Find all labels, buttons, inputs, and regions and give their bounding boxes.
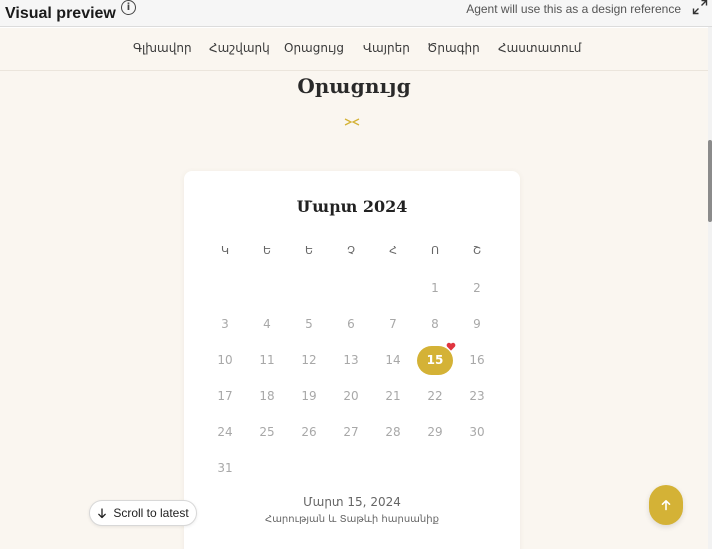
scroll-to-latest-button[interactable]: Scroll to latest bbox=[89, 500, 197, 526]
arrow-down-icon bbox=[98, 507, 107, 518]
preview-title: Visual preview bbox=[5, 4, 116, 22]
calendar-day[interactable]: 3 bbox=[210, 314, 240, 334]
calendar-day[interactable]: 2 bbox=[462, 278, 492, 298]
calendar-day[interactable]: 31 bbox=[210, 458, 240, 478]
calendar-day[interactable]: 26 bbox=[294, 422, 324, 442]
calendar-card: Մարտ 2024 Կ Ե Ե Չ Հ Ո Շ 1 2 3 4 5 6 7 8 9 10 11 12 13 14 15 16… bbox=[184, 171, 520, 549]
scrollbar-thumb[interactable] bbox=[708, 140, 712, 222]
scroll-to-top-button[interactable] bbox=[649, 485, 683, 525]
calendar-day[interactable]: 29 bbox=[420, 422, 450, 442]
scrollbar[interactable] bbox=[708, 27, 712, 549]
calendar-day[interactable]: 19 bbox=[294, 386, 324, 406]
selected-event: Հարության և Տաթևի հարսանիք bbox=[265, 514, 439, 525]
calendar-day[interactable]: 7 bbox=[378, 314, 408, 334]
info-icon[interactable]: i bbox=[121, 0, 136, 15]
calendar-day[interactable]: 8 bbox=[420, 314, 450, 334]
calendar-day[interactable]: 9 bbox=[462, 314, 492, 334]
calendar-day[interactable]: 20 bbox=[336, 386, 366, 406]
nav-item-rsvp[interactable]: Հաստատում bbox=[498, 41, 581, 55]
calendar-day[interactable]: 27 bbox=[336, 422, 366, 442]
preview-note: Agent will use this as a design referenc… bbox=[466, 1, 681, 16]
calendar-day[interactable]: 22 bbox=[420, 386, 450, 406]
selected-date: Մարտ 15, 2024 bbox=[303, 495, 401, 509]
calendar-day[interactable]: 16 bbox=[462, 350, 492, 370]
main-nav: Գլխավոր Հաշվարկ Օրացույց Վայրեր Ծրագիր Հ… bbox=[0, 28, 708, 71]
calendar-day[interactable]: 18 bbox=[252, 386, 282, 406]
calendar-day[interactable]: 12 bbox=[294, 350, 324, 370]
calendar-day[interactable]: 5 bbox=[294, 314, 324, 334]
calendar-day[interactable]: 25 bbox=[252, 422, 282, 442]
website-preview: Գլխավոր Հաշվարկ Օրացույց Վայրեր Ծրագիր Հ… bbox=[0, 28, 708, 549]
calendar-day[interactable]: 21 bbox=[378, 386, 408, 406]
calendar-day[interactable]: 17 bbox=[210, 386, 240, 406]
weekday-label: Հ bbox=[389, 244, 397, 257]
calendar-day[interactable]: 24 bbox=[210, 422, 240, 442]
arrow-up-icon bbox=[661, 500, 671, 511]
nav-item-venues[interactable]: Վայրեր bbox=[363, 41, 410, 55]
expand-icon[interactable] bbox=[692, 0, 708, 15]
calendar-day[interactable]: 10 bbox=[210, 350, 240, 370]
nav-item-program[interactable]: Ծրագիր bbox=[427, 41, 480, 55]
calendar-day[interactable]: 13 bbox=[336, 350, 366, 370]
weekday-label: Ե bbox=[262, 244, 272, 257]
weekday-label: Ե bbox=[304, 244, 314, 257]
calendar-day[interactable]: 1 bbox=[420, 278, 450, 298]
calendar-day[interactable]: 4 bbox=[252, 314, 282, 334]
weekday-label: Ո bbox=[430, 244, 440, 257]
nav-item-calculation[interactable]: Հաշվարկ bbox=[209, 41, 270, 55]
calendar-day[interactable]: 30 bbox=[462, 422, 492, 442]
weekday-label: Կ bbox=[220, 244, 230, 257]
calendar-day[interactable]: 23 bbox=[462, 386, 492, 406]
calendar-day[interactable]: 6 bbox=[336, 314, 366, 334]
weekday-label: Չ bbox=[347, 244, 355, 257]
calendar-month-title: Մարտ 2024 bbox=[296, 197, 408, 216]
heart-icon bbox=[446, 342, 456, 351]
section-title: Օրացույց bbox=[297, 74, 411, 98]
nav-item-calendar[interactable]: Օրացույց bbox=[284, 41, 344, 55]
scroll-to-latest-label: Scroll to latest bbox=[113, 506, 189, 520]
calendar-day[interactable]: 14 bbox=[378, 350, 408, 370]
calendar-day[interactable]: 28 bbox=[378, 422, 408, 442]
preview-header: Visual preview i Agent will use this as … bbox=[0, 0, 712, 27]
nav-item-home[interactable]: Գլխավոր bbox=[133, 41, 192, 55]
weekday-label: Շ bbox=[472, 244, 482, 257]
ornament-icon bbox=[344, 118, 360, 126]
calendar-day[interactable]: 11 bbox=[252, 350, 282, 370]
